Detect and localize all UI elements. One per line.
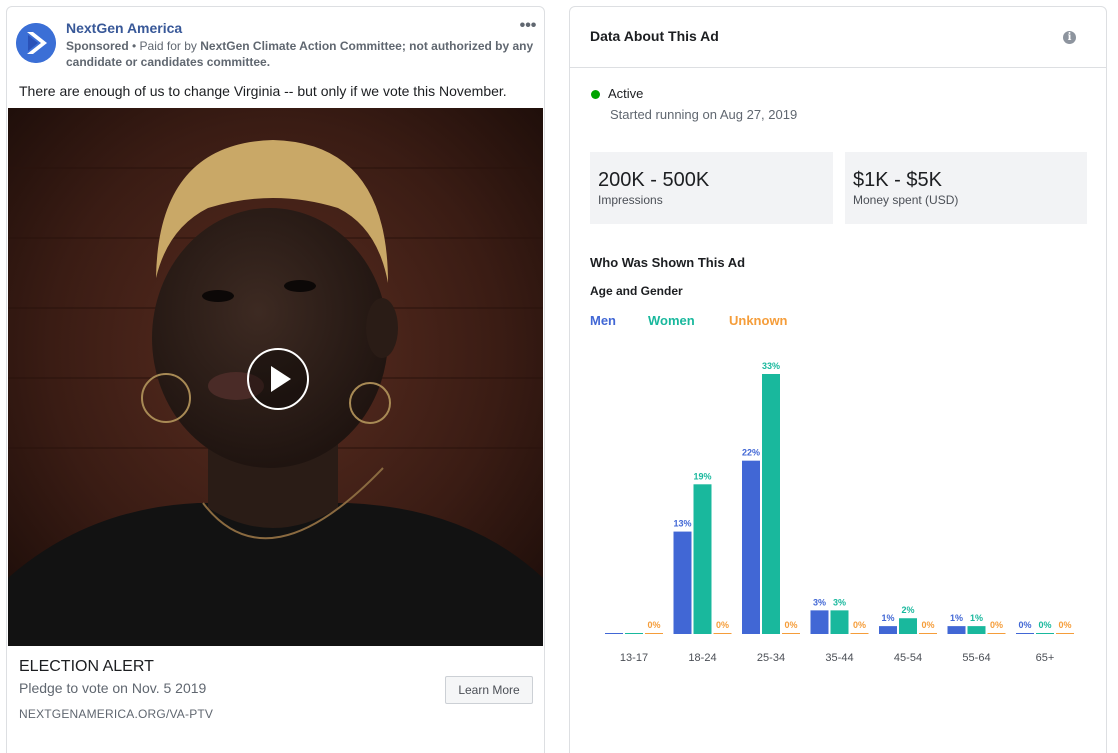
bar-label-men-55-64: 1%	[950, 613, 963, 623]
bar-unknown-45-54[interactable]	[919, 633, 937, 634]
cta-title: ELECTION ALERT	[19, 658, 154, 675]
status-text: Active	[608, 86, 644, 101]
tick-label-65+: 65+	[1036, 652, 1055, 664]
bar-men-18-24[interactable]	[673, 531, 692, 634]
bar-label-unknown-65+: 0%	[1058, 620, 1071, 630]
bar-label-unknown-55-64: 0%	[990, 620, 1003, 630]
legend-women[interactable]: Women	[648, 313, 695, 328]
tick-label-13-17: 13-17	[620, 652, 648, 664]
bar-women-13-17[interactable]	[625, 633, 643, 634]
bar-unknown-35-44[interactable]	[850, 633, 869, 634]
bar-label-unknown-25-34: 0%	[784, 620, 797, 630]
bar-label-women-18-24: 19%	[693, 471, 711, 481]
bar-unknown-25-34[interactable]	[782, 633, 800, 634]
tick-label-18-24: 18-24	[688, 652, 716, 664]
bar-label-unknown-13-17: 0%	[647, 620, 660, 630]
paid-for-prefix: • Paid for by	[128, 39, 201, 53]
play-button[interactable]	[247, 348, 309, 410]
more-options-icon[interactable]: •••	[516, 18, 540, 37]
bar-label-women-65+: 0%	[1038, 620, 1051, 630]
bar-women-55-64[interactable]	[967, 626, 986, 634]
tick-label-55-64: 55-64	[962, 652, 990, 664]
bar-men-65+[interactable]	[1016, 633, 1034, 634]
legend-men[interactable]: Men	[590, 313, 616, 328]
impressions-box: 200K - 500K Impressions	[590, 152, 833, 224]
panel-header: Data About This Ad i	[570, 7, 1106, 68]
bar-women-18-24[interactable]	[693, 484, 712, 634]
bar-men-35-44[interactable]	[810, 610, 829, 634]
play-icon	[271, 366, 291, 392]
impressions-label: Impressions	[598, 193, 663, 207]
ad-header: NextGen America Sponsored • Paid for by …	[16, 18, 536, 70]
bar-men-55-64[interactable]	[947, 626, 966, 634]
page-name-link[interactable]: NextGen America	[66, 20, 182, 36]
tick-label-45-54: 45-54	[894, 652, 922, 664]
bar-label-women-55-64: 1%	[970, 613, 983, 623]
panel-title: Data About This Ad	[590, 28, 719, 44]
spend-label: Money spent (USD)	[853, 193, 959, 207]
age-gender-chart-svg: 0% 13-17 13% 19% 0% 18-24 22% 33% 0% 25-34 3% 3% 0% 3…	[605, 361, 1074, 664]
bar-unknown-55-64[interactable]	[987, 633, 1006, 634]
bar-label-men-18-24: 13%	[673, 519, 691, 529]
ad-data-panel: Data About This Ad i Active Started runn…	[569, 6, 1107, 753]
sponsored-label: Sponsored	[66, 39, 129, 53]
cta-description: Pledge to vote on Nov. 5 2019	[19, 680, 207, 696]
started-date: Started running on Aug 27, 2019	[610, 107, 798, 122]
bar-men-25-34[interactable]	[742, 460, 760, 634]
bar-label-unknown-18-24: 0%	[716, 620, 729, 630]
bar-women-65+[interactable]	[1036, 633, 1054, 634]
bar-men-45-54[interactable]	[879, 626, 897, 634]
status-dot-icon	[591, 90, 600, 99]
bar-label-men-65+: 0%	[1018, 620, 1031, 630]
bar-label-men-25-34: 22%	[742, 448, 760, 458]
age-gender-title: Age and Gender	[590, 284, 683, 298]
bar-label-men-45-54: 1%	[881, 613, 894, 623]
info-icon[interactable]: i	[1063, 31, 1076, 44]
bar-label-unknown-35-44: 0%	[853, 620, 866, 630]
ad-video[interactable]	[8, 108, 543, 646]
ad-card: NextGen America Sponsored • Paid for by …	[6, 6, 545, 753]
ad-body-text: There are enough of us to change Virgini…	[19, 83, 507, 99]
legend-unknown[interactable]: Unknown	[729, 313, 788, 328]
age-gender-chart: 0% 13-17 13% 19% 0% 18-24 22% 33% 0% 25-34 3% 3% 0% 3…	[590, 337, 1095, 672]
sponsored-disclaimer: Sponsored • Paid for by NextGen Climate …	[66, 38, 536, 70]
bar-unknown-65+[interactable]	[1056, 633, 1074, 634]
tick-label-25-34: 25-34	[757, 652, 785, 664]
section-title: Who Was Shown This Ad	[590, 255, 746, 270]
page-avatar[interactable]	[16, 23, 56, 63]
bar-women-25-34[interactable]	[762, 374, 780, 634]
bar-label-men-35-44: 3%	[813, 597, 826, 607]
cta-url[interactable]: NEXTGENAMERICA.ORG/VA-PTV	[19, 707, 213, 721]
bar-label-women-45-54: 2%	[901, 605, 914, 615]
tick-label-35-44: 35-44	[825, 652, 853, 664]
bar-label-unknown-45-54: 0%	[921, 620, 934, 630]
bar-unknown-18-24[interactable]	[713, 633, 732, 634]
spend-value: $1K - $5K	[853, 169, 942, 191]
impressions-value: 200K - 500K	[598, 169, 710, 191]
spend-box: $1K - $5K Money spent (USD)	[845, 152, 1087, 224]
bar-women-35-44[interactable]	[830, 610, 849, 634]
bar-label-women-35-44: 3%	[833, 597, 846, 607]
learn-more-button[interactable]: Learn More	[445, 676, 533, 704]
bar-label-women-25-34: 33%	[762, 361, 780, 371]
bar-unknown-13-17[interactable]	[645, 633, 663, 634]
bar-men-13-17[interactable]	[605, 633, 623, 634]
bar-women-45-54[interactable]	[899, 618, 917, 634]
